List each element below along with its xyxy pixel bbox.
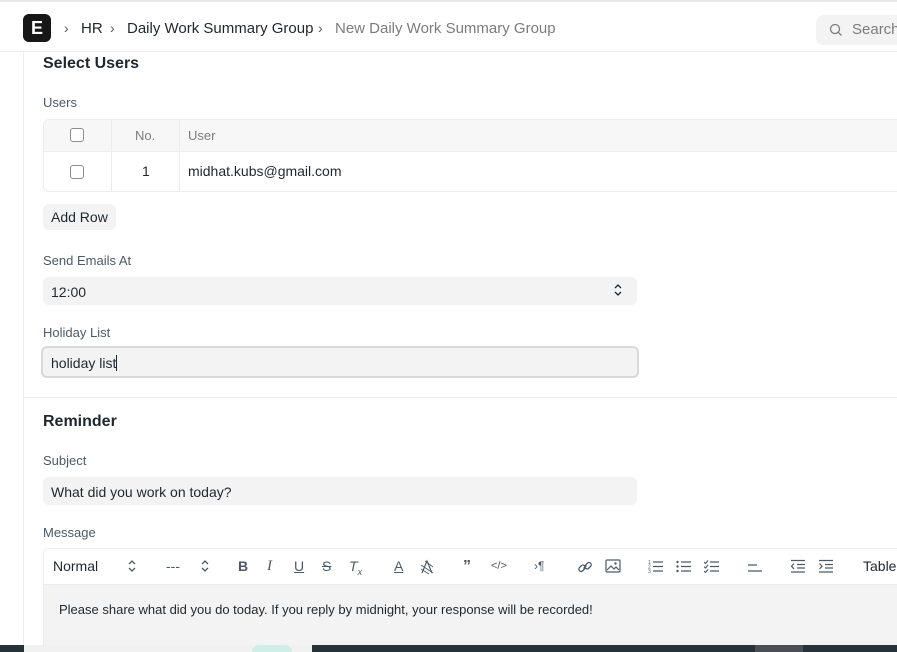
app-logo[interactable]: E xyxy=(23,14,51,42)
style-select[interactable]: Normal xyxy=(53,558,98,574)
checklist-icon[interactable] xyxy=(704,559,720,573)
text-color-icon[interactable]: A xyxy=(394,558,403,574)
font-select-arrows-icon xyxy=(201,560,209,572)
table-row[interactable]: 1 midhat.kubs@gmail.com xyxy=(44,152,897,191)
send-emails-at-value: 12:00 xyxy=(51,284,87,300)
holiday-list-input[interactable]: holiday list xyxy=(41,346,639,378)
taskbar-segment xyxy=(755,645,803,652)
subject-input[interactable]: What did you work on today? xyxy=(43,477,637,505)
style-select-value: Normal xyxy=(53,558,99,574)
search-placeholder: Search xyxy=(852,21,897,38)
style-select-arrows-icon xyxy=(128,560,136,572)
table-header: No. User xyxy=(44,120,897,152)
link-icon[interactable] xyxy=(577,559,593,575)
search-icon xyxy=(829,23,842,36)
italic-icon[interactable]: I xyxy=(267,558,272,575)
image-icon[interactable] xyxy=(605,559,621,573)
indent-icon[interactable] xyxy=(818,559,834,573)
editor-toolbar: Normal --- B I U S Tx A ” </> ›¶ 123 Tab… xyxy=(44,549,897,585)
column-divider xyxy=(111,120,112,191)
users-label: Users xyxy=(43,95,77,110)
ordered-list-icon[interactable]: 123 xyxy=(648,559,664,573)
outdent-icon[interactable] xyxy=(790,559,806,573)
align-left-icon[interactable] xyxy=(747,559,763,573)
holiday-list-value: holiday list xyxy=(51,355,118,371)
subject-label: Subject xyxy=(43,453,87,468)
send-emails-at-select[interactable]: 12:00 xyxy=(43,277,637,305)
message-editor[interactable]: Normal --- B I U S Tx A ” </> ›¶ 123 Tab… xyxy=(43,548,897,652)
holiday-list-text: holiday list xyxy=(51,355,117,371)
table-menu-button[interactable]: Table xyxy=(863,558,896,574)
select-arrows-icon xyxy=(614,284,622,296)
text-direction-icon[interactable]: ›¶ xyxy=(534,559,544,573)
section-title-reminder: Reminder xyxy=(43,413,117,430)
row-number: 1 xyxy=(142,163,150,179)
logo-letter: E xyxy=(30,17,43,38)
strikethrough-icon[interactable]: S xyxy=(322,558,331,574)
editor-content[interactable]: Please share what did you do today. If y… xyxy=(44,585,897,652)
section-divider xyxy=(23,397,897,398)
code-block-icon[interactable]: </> xyxy=(491,560,507,572)
clear-format-icon[interactable]: Tx xyxy=(349,558,362,577)
message-label: Message xyxy=(43,525,96,540)
holiday-list-label: Holiday List xyxy=(43,325,111,340)
message-text: Please share what did you do today. If y… xyxy=(59,602,593,617)
font-select-value: --- xyxy=(166,558,180,574)
select-all-checkbox[interactable] xyxy=(70,128,84,142)
text-caret xyxy=(116,355,118,371)
breadcrumb-current: New Daily Work Summary Group xyxy=(335,20,556,37)
chevron-right-icon: › xyxy=(318,20,323,36)
bullet-list-icon[interactable] xyxy=(676,559,692,573)
taskbar xyxy=(0,645,897,652)
chevron-right-icon: › xyxy=(64,20,69,36)
users-table: No. User 1 midhat.kubs@gmail.com xyxy=(43,119,897,192)
bold-icon[interactable]: B xyxy=(238,558,248,574)
search-bar[interactable]: Search xyxy=(816,15,897,45)
add-row-button[interactable]: Add Row xyxy=(43,204,116,230)
font-select[interactable]: --- xyxy=(166,558,180,574)
svg-text:3: 3 xyxy=(648,569,651,573)
column-header-user[interactable]: User xyxy=(188,128,215,143)
column-divider xyxy=(179,120,180,191)
blockquote-icon[interactable]: ” xyxy=(463,558,471,576)
taskbar-app-icon[interactable] xyxy=(252,645,292,652)
highlight-color-icon[interactable] xyxy=(420,559,434,575)
send-emails-at-label: Send Emails At xyxy=(43,253,132,268)
breadcrumb-daily-work-summary-group[interactable]: Daily Work Summary Group xyxy=(127,20,313,37)
chevron-right-icon: › xyxy=(110,20,115,36)
top-navbar: E › HR › Daily Work Summary Group › New … xyxy=(0,0,897,52)
breadcrumb-hr[interactable]: HR xyxy=(81,20,103,37)
column-header-no: No. xyxy=(135,128,156,143)
section-title-select-users: Select Users xyxy=(43,55,140,72)
subject-value: What did you work on today? xyxy=(51,484,232,500)
row-checkbox[interactable] xyxy=(70,165,84,179)
underline-icon[interactable]: U xyxy=(294,558,304,574)
row-user-email[interactable]: midhat.kubs@gmail.com xyxy=(188,163,342,179)
